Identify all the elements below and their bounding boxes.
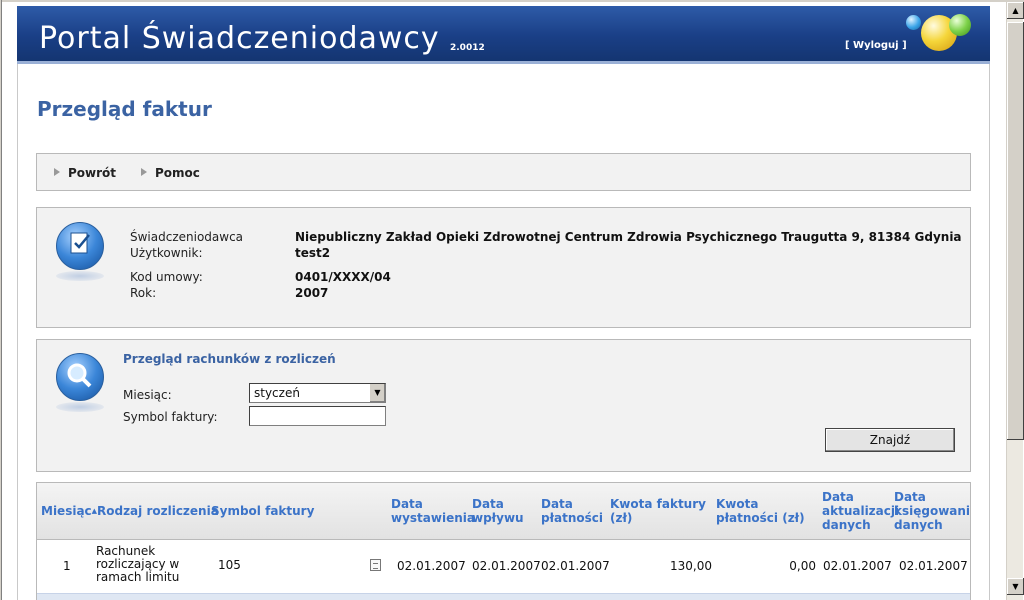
- portal-header: Portal Świadczeniodawcy 2.0012 [ Wyloguj…: [17, 6, 990, 64]
- column-header-posting-date[interactable]: Data księgowania danych: [894, 490, 970, 532]
- cell-posting-date: 02.01.2007: [899, 559, 968, 573]
- invoice-symbol-input[interactable]: [249, 406, 386, 426]
- month-label: Miesiąc:: [123, 388, 172, 402]
- next-row-partial: [37, 593, 970, 600]
- provider-info-panel: Świadczeniodawca Niepubliczny Zakład Opi…: [36, 207, 971, 328]
- invoices-table: Miesiąc▲ Rodzaj rozliczenia Symbol faktu…: [36, 482, 971, 600]
- triangle-right-icon: [54, 168, 60, 176]
- provider-label: Świadczeniodawca: [130, 230, 244, 244]
- invoice-symbol-label: Symbol faktury:: [123, 410, 218, 424]
- column-header-month-label: Miesiąc: [41, 504, 92, 518]
- logo-blue-ball-icon: [906, 15, 921, 30]
- column-header-update-date[interactable]: Data aktualizacji danych: [822, 490, 899, 532]
- magnifier-icon: [56, 353, 104, 401]
- user-label: Użytkownik:: [130, 246, 203, 260]
- search-panel: Przegląd rachunków z rozliczeń Miesiąc: …: [36, 339, 971, 472]
- column-header-payment-amount[interactable]: Kwota płatności (zł): [716, 497, 822, 525]
- help-link-label: Pomoc: [155, 166, 200, 180]
- provider-value: Niepubliczny Zakład Opieki Zdrowotnej Ce…: [295, 230, 962, 244]
- column-header-invoice-amount[interactable]: Kwota faktury (zł): [610, 497, 710, 525]
- contract-label: Kod umowy:: [130, 270, 203, 284]
- checklist-icon-glyph: [70, 232, 90, 254]
- back-link-label: Powrót: [68, 166, 117, 180]
- back-link[interactable]: Powrót: [54, 166, 116, 180]
- checklist-icon: [56, 222, 104, 270]
- column-header-receipt-date[interactable]: Data wpływu: [472, 497, 538, 525]
- document-details-icon[interactable]: [370, 559, 381, 571]
- portal-title: Portal Świadczeniodawcy: [39, 21, 440, 56]
- scrollbar-thumb[interactable]: [1007, 22, 1024, 440]
- icon-reflection: [56, 271, 104, 281]
- chevron-down-icon[interactable]: ▼: [369, 384, 385, 402]
- table-header: Miesiąc▲ Rodzaj rozliczenia Symbol faktu…: [37, 483, 970, 540]
- find-button[interactable]: Znajdź: [825, 428, 955, 452]
- contract-value: 0401/XXXX/04: [295, 270, 391, 284]
- cell-receipt-date: 02.01.2007: [472, 559, 541, 573]
- column-header-issue-date[interactable]: Data wystawienia: [391, 497, 475, 525]
- column-header-invoice-symbol[interactable]: Symbol faktury: [211, 504, 314, 518]
- cell-payment-amount: 0,00: [789, 559, 816, 573]
- icon-reflection: [56, 402, 104, 412]
- search-section-title: Przegląd rachunków z rozliczeń: [123, 352, 336, 366]
- window-left-edge: [0, 0, 2, 600]
- column-header-month[interactable]: Miesiąc▲: [41, 504, 97, 518]
- window-top-edge: [0, 0, 1024, 2]
- portal-version: 2.0012: [450, 43, 485, 53]
- year-label: Rok:: [130, 286, 157, 300]
- cell-update-date: 02.01.2007: [823, 559, 892, 573]
- user-value: test2: [295, 246, 331, 260]
- scroll-up-arrow-icon[interactable]: ▲: [1007, 2, 1024, 19]
- triangle-right-icon: [141, 168, 147, 176]
- cell-issue-date: 02.01.2007: [397, 559, 466, 573]
- cell-month: 1: [63, 559, 71, 573]
- cell-invoice-symbol: 105: [218, 558, 241, 572]
- help-link[interactable]: Pomoc: [141, 166, 200, 180]
- column-header-payment-date[interactable]: Data płatności: [541, 497, 607, 525]
- action-bar: Powrót Pomoc: [36, 153, 971, 191]
- column-header-settlement-type[interactable]: Rodzaj rozliczenia: [97, 504, 219, 518]
- logout-link[interactable]: [ Wyloguj ]: [845, 40, 907, 51]
- month-select-value: styczeń: [254, 386, 300, 400]
- cell-settlement-type: Rachunek rozliczający w ramach limitu: [96, 544, 180, 584]
- vertical-scrollbar[interactable]: ▲ ▼: [1006, 2, 1024, 600]
- scroll-down-arrow-icon[interactable]: ▼: [1007, 578, 1024, 595]
- year-value: 2007: [295, 286, 329, 300]
- logo-green-ball-icon: [949, 14, 971, 36]
- page-title: Przegląd faktur: [37, 97, 212, 121]
- month-select[interactable]: styczeń ▼: [249, 383, 386, 403]
- magnifier-icon-glyph: [67, 363, 92, 388]
- cell-invoice-amount: 130,00: [670, 559, 712, 573]
- cell-payment-date: 02.01.2007: [541, 559, 610, 573]
